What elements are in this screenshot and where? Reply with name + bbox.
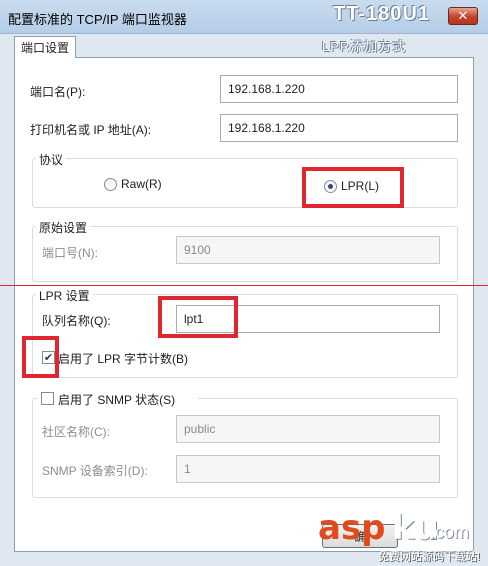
highlight-lpr-radio: [302, 167, 404, 208]
port-name-label: 端口名(P):: [30, 85, 86, 99]
port-number-label: 端口号(N):: [42, 246, 98, 260]
watermark-com: .com: [430, 522, 470, 542]
queue-name-label: 队列名称(Q):: [42, 314, 111, 328]
tab-label: 端口设置: [20, 41, 69, 55]
community-name-input[interactable]: public: [176, 415, 440, 443]
brand-overlay: TT-180U1: [333, 3, 430, 25]
community-name-label: 社区名称(C):: [42, 425, 110, 439]
snmp-checkbox[interactable]: [41, 392, 54, 405]
raw-radio-label: Raw(R): [121, 177, 162, 191]
highlight-queue-name: [158, 296, 238, 338]
printer-address-label: 打印机名或 IP 地址(A):: [30, 123, 152, 137]
byte-count-label: 启用了 LPR 字节计数(B): [58, 352, 189, 366]
window-title: 配置标准的 TCP/IP 端口监视器: [8, 12, 187, 27]
printer-address-input[interactable]: 192.168.1.220: [220, 114, 458, 142]
protocol-legend: 协议: [36, 151, 67, 168]
lpr-settings-legend: LPR 设置: [36, 287, 93, 304]
watermark-asp: asp: [318, 508, 386, 548]
port-name-input[interactable]: 192.168.1.220: [220, 75, 458, 103]
tab-port-settings[interactable]: 端口设置: [14, 36, 76, 58]
close-button[interactable]: ✕: [448, 7, 478, 25]
device-index-label: SNMP 设备索引(D):: [42, 464, 148, 478]
subtitle-overlay: LPR添加方式: [322, 39, 407, 54]
close-icon: ✕: [457, 8, 469, 23]
watermark-tagline: 免费网站源码下载站!: [378, 551, 481, 563]
snmp-group: [32, 398, 458, 498]
annotation-line: [0, 285, 488, 286]
raw-radio[interactable]: [104, 178, 117, 191]
port-number-input[interactable]: 9100: [176, 236, 440, 264]
device-index-input[interactable]: 1: [176, 455, 440, 483]
raw-settings-legend: 原始设置: [36, 219, 91, 236]
highlight-byte-count: [22, 336, 59, 378]
snmp-checkbox-label: 启用了 SNMP 状态(S): [58, 393, 176, 407]
